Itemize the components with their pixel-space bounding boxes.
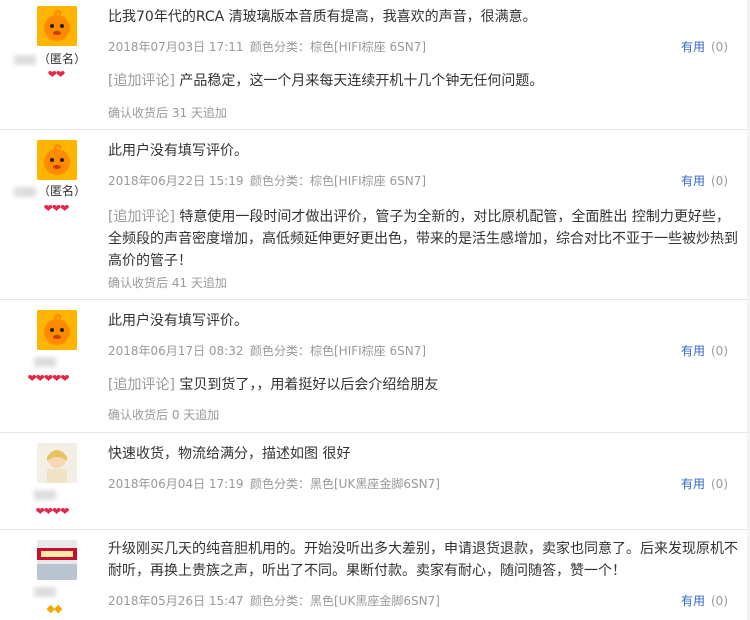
useful-label[interactable]: 有用 [681, 594, 705, 608]
mascot-avatar-icon [37, 6, 77, 46]
user-photo-avatar-icon [37, 540, 77, 580]
useful-count: (0) [711, 174, 728, 188]
review-date: 2018年06月17日 08:32 [108, 344, 244, 358]
review-item: ❤❤❤❤ 快速收货，物流给满分，描述如图 很好 2018年06月04日 17:1… [0, 433, 750, 530]
review-content: 升级刚买几天的纯音胆机用的。开始没听出多大差别，申请退货退款，卖家也同意了。后来… [108, 541, 738, 579]
avatar[interactable] [37, 443, 77, 483]
useful-button[interactable]: 有用 (0) [681, 475, 728, 492]
masked-name [14, 54, 36, 65]
useful-count: (0) [711, 477, 728, 491]
avatar[interactable] [37, 6, 77, 46]
buyer-level-badge: ❤❤❤❤ [35, 505, 70, 518]
append-review: [追加评论] 特意使用一段时间才做出评价，管子为全新的，对比原机配管，全面胜出 … [108, 206, 740, 272]
useful-count: (0) [711, 594, 728, 608]
append-tag: [追加评论] [108, 73, 175, 89]
append-text: 产品稳定，这一个月来每天连续开机十几个钟无任何问题。 [179, 73, 544, 89]
masked-name [34, 356, 56, 367]
masked-name [14, 186, 36, 197]
useful-count: (0) [711, 40, 728, 54]
mascot-avatar-icon [37, 140, 77, 180]
avatar[interactable] [37, 540, 77, 580]
useful-label[interactable]: 有用 [681, 344, 705, 358]
reviewer-nickname: （匿名） [14, 182, 104, 199]
review-content: 比我70年代的RCA 清玻璃版本音质有提高，我喜欢的声音，很满意。 [108, 9, 537, 25]
review-item: （匿名） ❤❤❤ 此用户没有填写评价。 2018年06月22日 15:19 颜色… [0, 130, 750, 300]
sku-info: 颜色分类：棕色[HIFI棕座 6SN7] [250, 40, 427, 54]
append-review: [追加评论] 宝贝到货了，，用着挺好以后会介绍给朋友 [108, 374, 740, 396]
buyer-level-badge: ❤❤ [47, 68, 65, 81]
review-date: 2018年06月04日 17:19 [108, 477, 244, 491]
review-content: 此用户没有填写评价。 [108, 313, 248, 329]
useful-label[interactable]: 有用 [681, 40, 705, 54]
review-date: 2018年05月26日 15:47 [108, 594, 244, 608]
review-item: （匿名） ❤❤ 比我70年代的RCA 清玻璃版本音质有提高，我喜欢的声音，很满意… [0, 0, 750, 130]
useful-button[interactable]: 有用 (0) [681, 38, 728, 55]
reviewer-nickname: （匿名） [14, 50, 104, 67]
review-content: 快速收货，物流给满分，描述如图 很好 [108, 446, 351, 462]
user-photo-avatar-icon [37, 443, 77, 483]
useful-count: (0) [711, 344, 728, 358]
append-timing: 确认收货后 0 天追加 [108, 408, 220, 422]
useful-label[interactable]: 有用 [681, 174, 705, 188]
useful-button[interactable]: 有用 (0) [681, 592, 728, 609]
masked-name [34, 586, 56, 597]
buyer-level-badge: ❤❤❤❤❤ [27, 372, 69, 385]
useful-label[interactable]: 有用 [681, 477, 705, 491]
avatar[interactable] [37, 140, 77, 180]
sku-info: 颜色分类：黑色[UK黑座金脚6SN7] [250, 594, 440, 608]
buyer-level-badge: ◆◆ [46, 602, 63, 615]
append-text: 宝贝到货了，，用着挺好以后会介绍给朋友 [179, 377, 439, 393]
sku-info: 颜色分类：棕色[HIFI棕座 6SN7] [250, 174, 427, 188]
useful-button[interactable]: 有用 (0) [681, 342, 728, 359]
append-tag: [追加评论] [108, 377, 175, 393]
review-date: 2018年07月03日 17:11 [108, 40, 244, 54]
append-tag: [追加评论] [108, 209, 175, 225]
buyer-level-badge: ❤❤❤ [43, 202, 70, 215]
append-review: [追加评论] 产品稳定，这一个月来每天连续开机十几个钟无任何问题。 [108, 70, 740, 92]
sku-info: 颜色分类：黑色[UK黑座金脚6SN7] [250, 477, 440, 491]
append-text: 特意使用一段时间才做出评价，管子为全新的，对比原机配管，全面胜出 控制力更好些，… [108, 209, 738, 269]
append-timing: 确认收货后 31 天追加 [108, 106, 227, 120]
review-content: 此用户没有填写评价。 [108, 143, 248, 159]
avatar[interactable] [37, 310, 77, 350]
mascot-avatar-icon [37, 310, 77, 350]
masked-name [34, 489, 56, 500]
review-date: 2018年06月22日 15:19 [108, 174, 244, 188]
review-item: ◆◆ 升级刚买几天的纯音胆机用的。开始没听出多大差别，申请退货退款，卖家也同意了… [0, 530, 750, 620]
sku-info: 颜色分类：棕色[HIFI棕座 6SN7] [250, 344, 427, 358]
review-item: ❤❤❤❤❤ 此用户没有填写评价。 2018年06月17日 08:32 颜色分类：… [0, 300, 750, 433]
useful-button[interactable]: 有用 (0) [681, 172, 728, 189]
append-timing: 确认收货后 41 天追加 [108, 276, 227, 290]
